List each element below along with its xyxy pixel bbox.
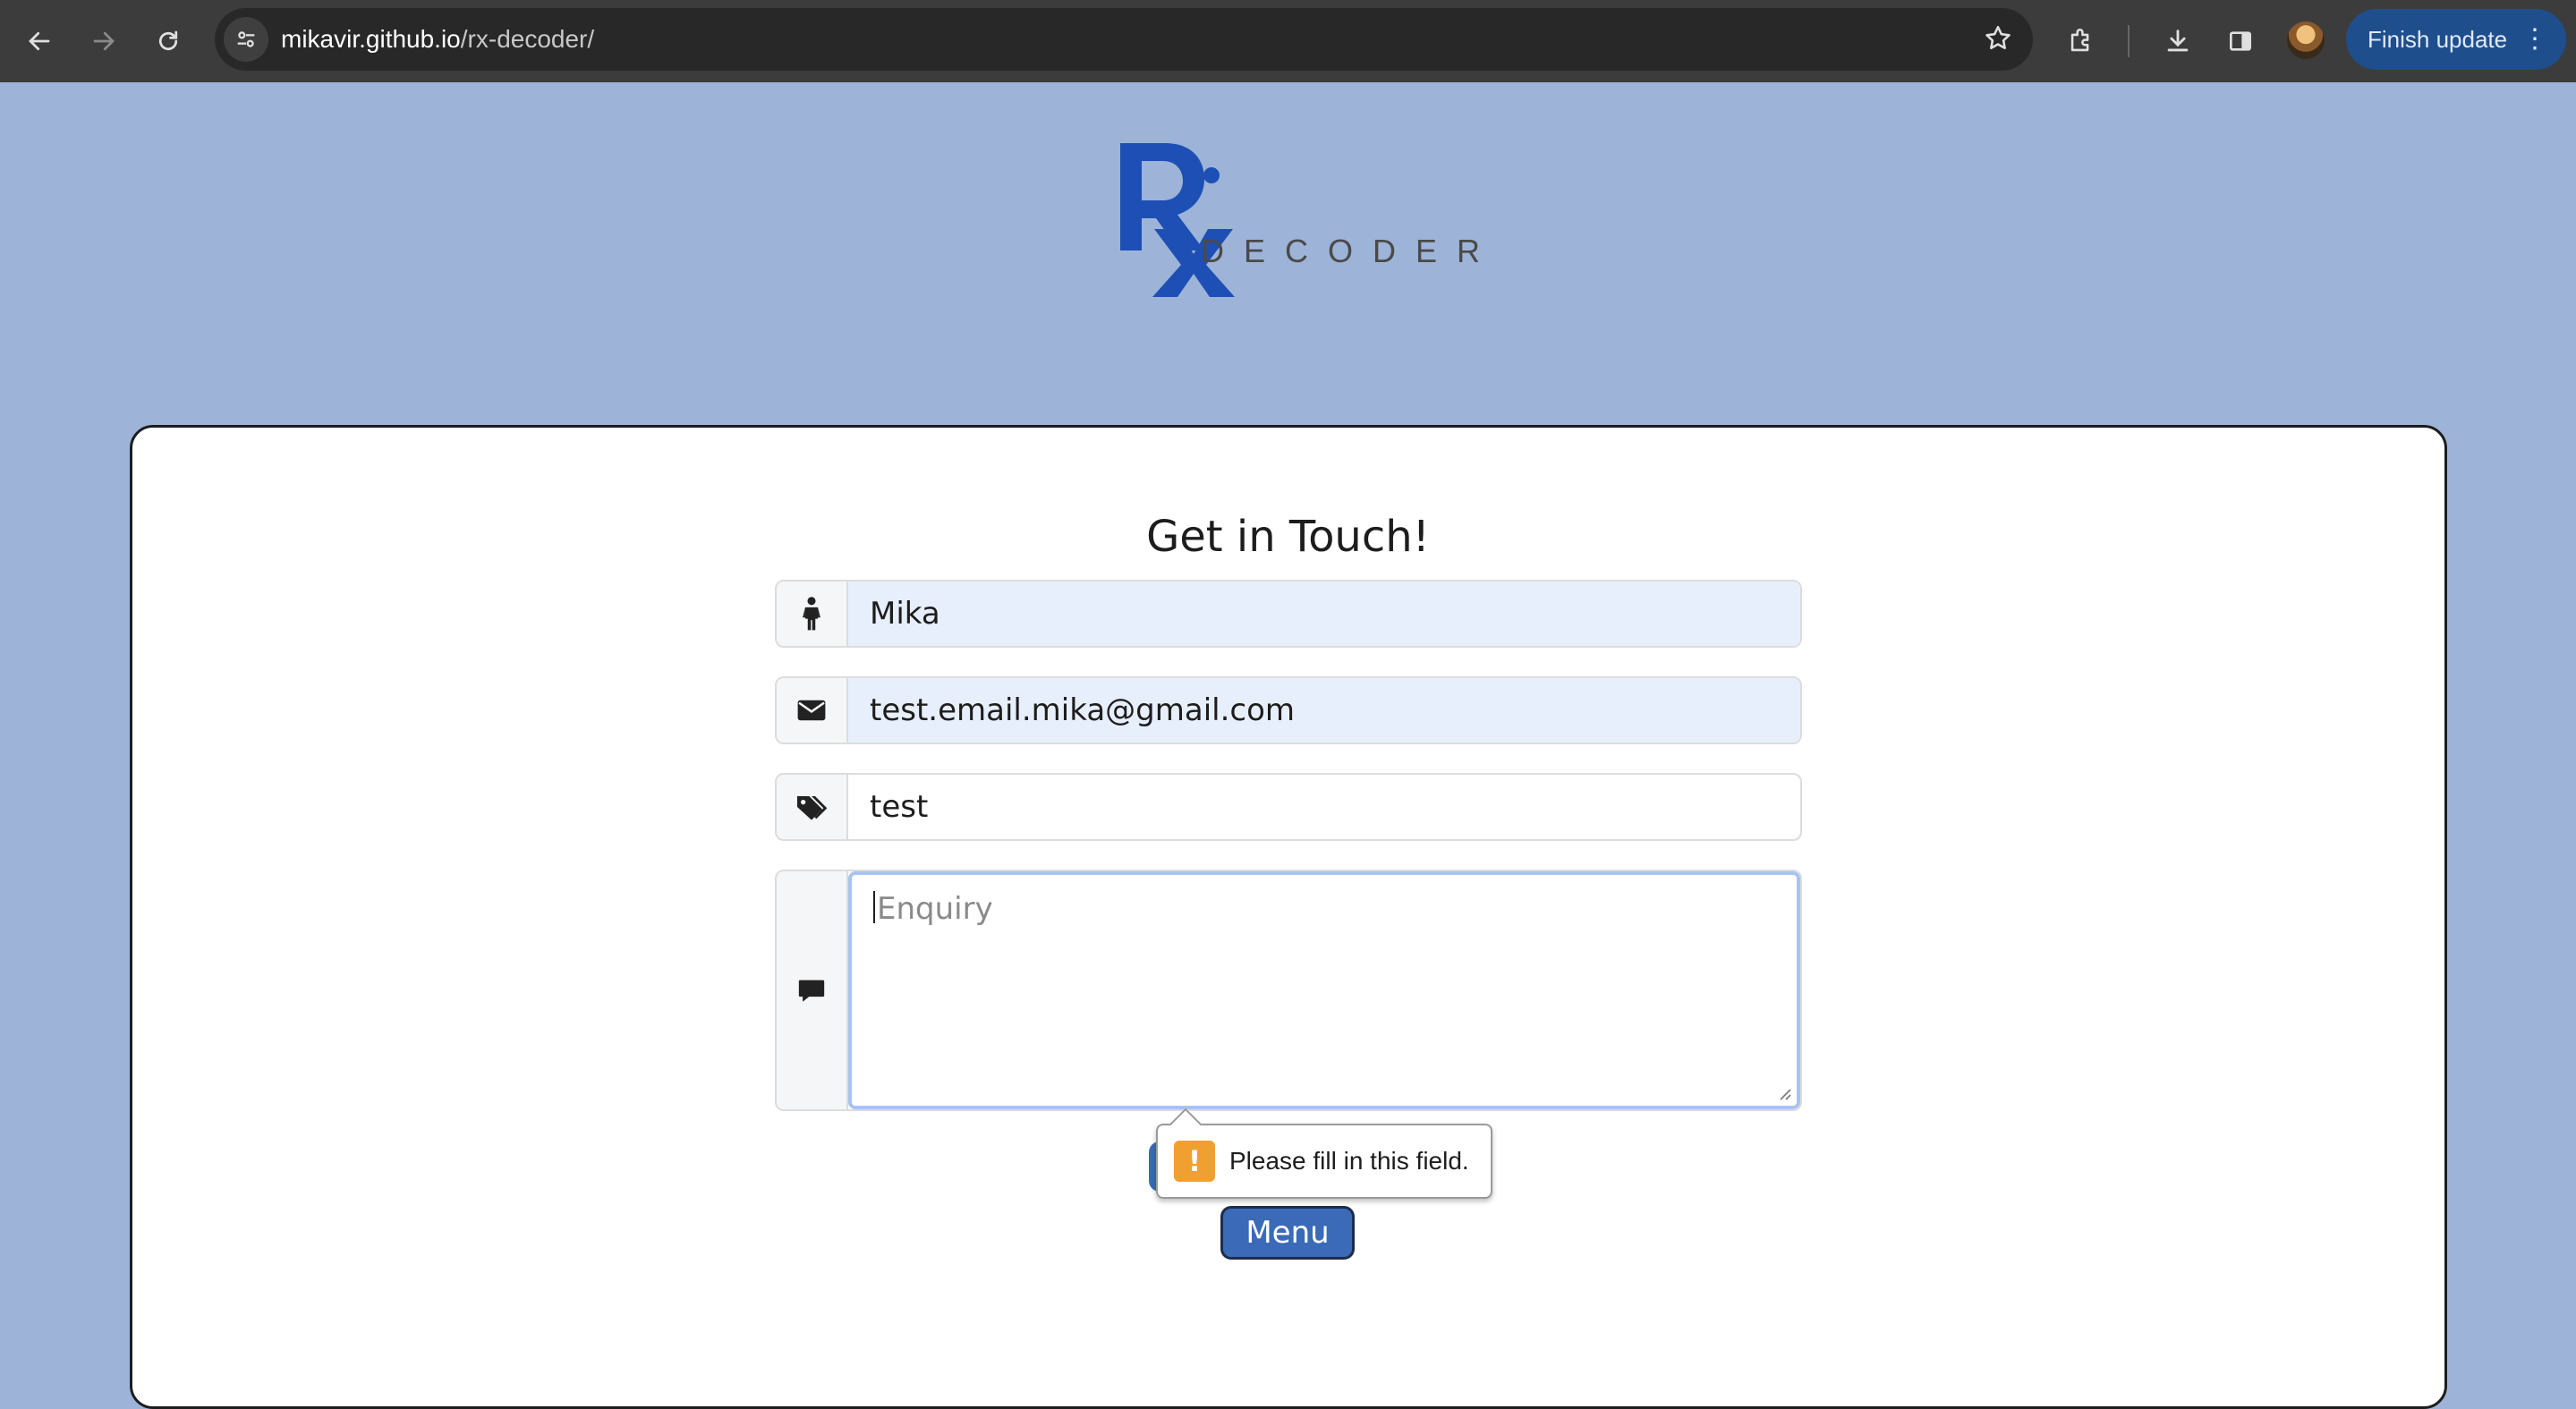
back-button[interactable] [18, 20, 61, 63]
menu-button[interactable]: Menu [1220, 1206, 1355, 1260]
enquiry-textarea[interactable]: Enquiry [848, 871, 1800, 1109]
url-host: mikavir.github.io [281, 25, 461, 53]
enquiry-placeholder: Enquiry [877, 891, 993, 927]
browser-toolbar: mikavir.github.io/rx-decoder/ Finish upd… [0, 0, 2576, 82]
rx-logo-mark [1120, 143, 1235, 297]
reload-button[interactable] [147, 20, 190, 63]
forward-arrow-icon [93, 31, 115, 51]
downloads-button[interactable] [2156, 20, 2199, 63]
finish-update-label: Finish update [2368, 26, 2508, 53]
url-text: mikavir.github.io/rx-decoder/ [281, 8, 594, 71]
tune-icon [237, 31, 255, 47]
rx-decoder-logo: DECODER [1118, 143, 1480, 304]
warning-icon: ! [1174, 1141, 1215, 1182]
download-icon [2167, 30, 2189, 52]
email-input[interactable]: test.email.mika@gmail.com [848, 678, 1800, 743]
reload-icon [158, 30, 178, 51]
chat-bubble-icon [798, 980, 825, 1002]
site-info-button[interactable] [224, 17, 268, 62]
puzzle-icon [2070, 29, 2089, 52]
enquiry-addon [777, 871, 848, 1109]
text-caret [873, 891, 875, 923]
forward-button[interactable] [82, 20, 125, 63]
address-bar[interactable]: mikavir.github.io/rx-decoder/ [215, 8, 2033, 71]
kebab-menu-icon[interactable]: ⋮ [2521, 9, 2548, 70]
side-panel-icon [2230, 31, 2251, 51]
name-input-group: Mika [775, 580, 1802, 648]
url-path: /rx-decoder/ [460, 25, 595, 53]
finish-update-button[interactable]: Finish update ⋮ [2346, 9, 2566, 70]
back-arrow-icon [29, 31, 50, 51]
email-addon [777, 678, 848, 743]
resize-handle-icon[interactable] [1775, 1084, 1791, 1100]
toolbar-divider [2128, 25, 2130, 57]
email-input-group: test.email.mika@gmail.com [775, 676, 1802, 744]
logo-wordmark: DECODER [1201, 233, 1501, 269]
validation-tooltip: ! Please fill in this field. [1156, 1124, 1492, 1199]
side-panel-button[interactable] [2219, 20, 2262, 63]
subject-input[interactable]: test [848, 775, 1800, 839]
enquiry-input-group: Enquiry [775, 870, 1802, 1111]
subject-addon [777, 775, 848, 839]
page-title: Get in Touch! [1146, 512, 1430, 562]
extensions-button[interactable] [2060, 20, 2103, 63]
avatar[interactable] [2287, 21, 2325, 59]
subject-input-group: test [775, 773, 1802, 841]
bookmark-button[interactable] [1983, 23, 2013, 54]
envelope-icon [797, 700, 826, 721]
tags-icon [797, 796, 828, 820]
person-icon [803, 597, 820, 631]
name-addon [777, 581, 848, 646]
name-input[interactable]: Mika [848, 581, 1800, 646]
validation-message: Please fill in this field. [1229, 1147, 1469, 1175]
star-icon [1985, 25, 2011, 50]
